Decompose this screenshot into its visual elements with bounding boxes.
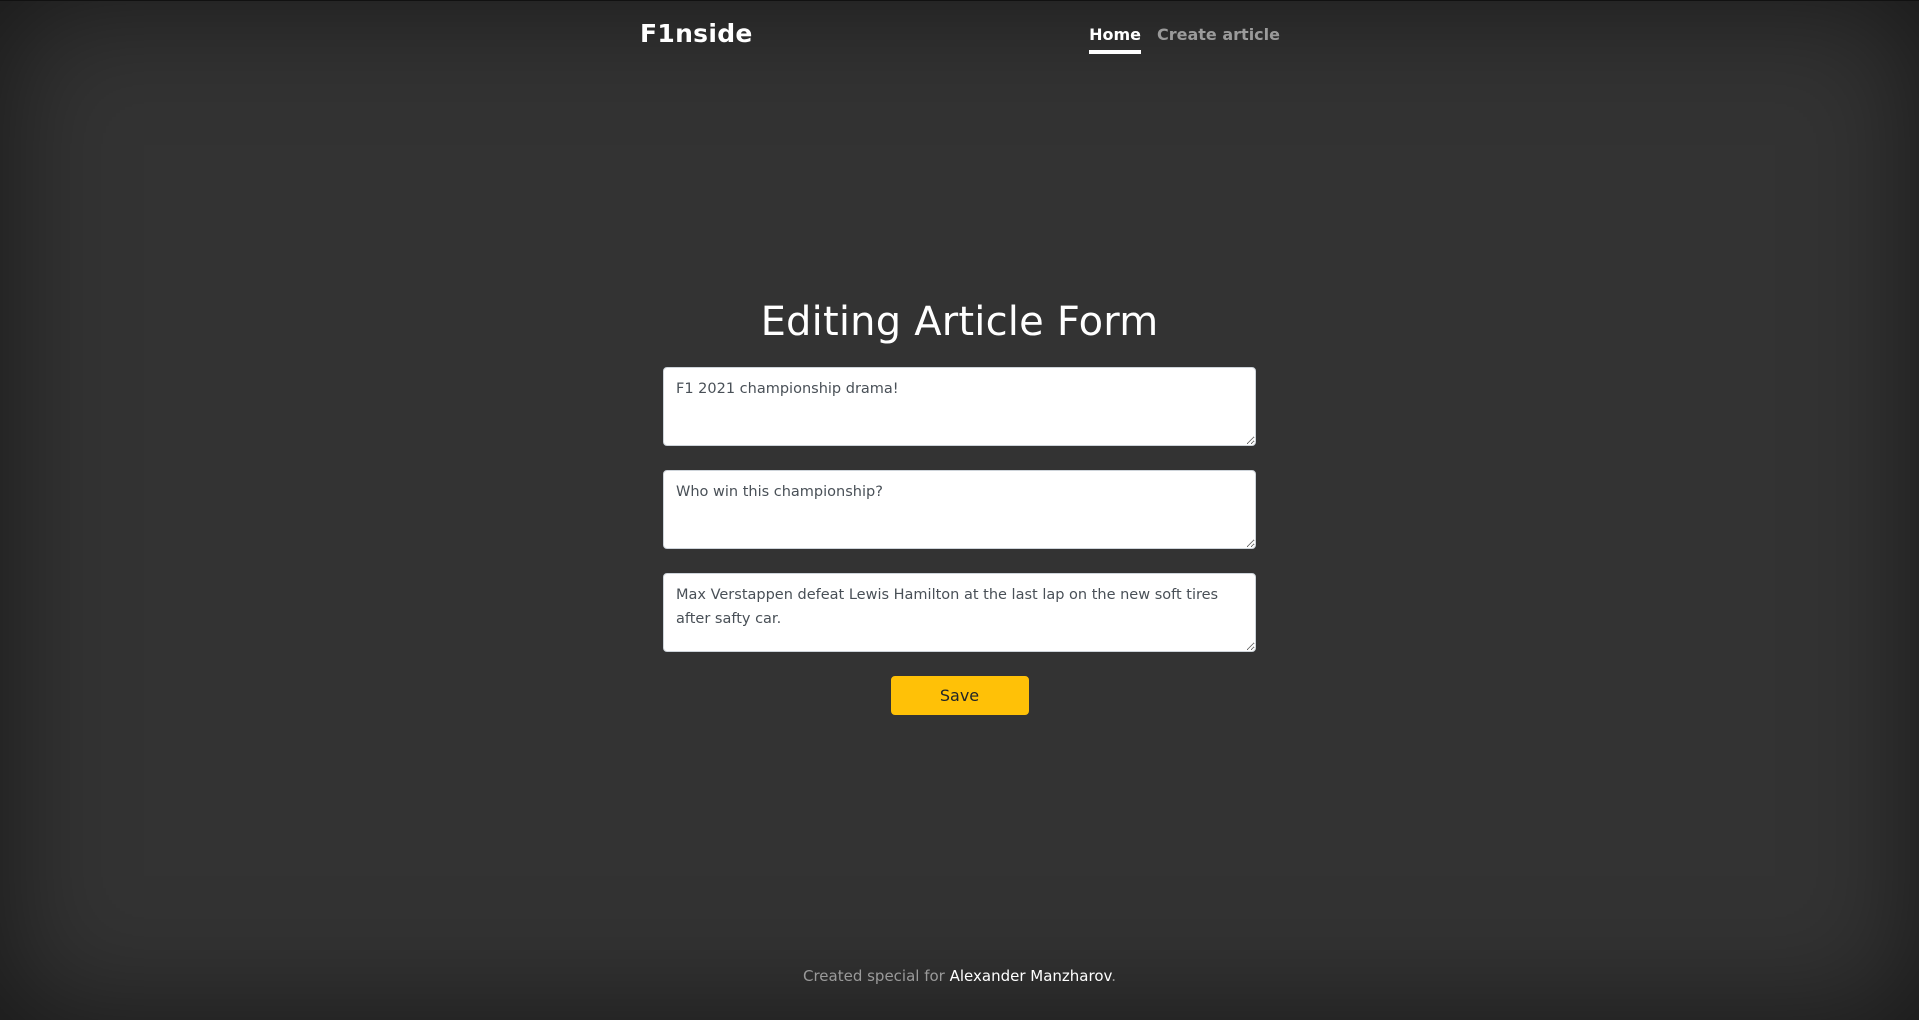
title-field[interactable]: F1 2021 championship drama! [663,367,1256,446]
brand-logo[interactable]: F1nside [640,19,753,48]
subtitle-field[interactable]: Who win this championship? [663,470,1256,549]
main-nav: Home Create article [1089,25,1280,54]
body-field[interactable]: Max Verstappen defeat Lewis Hamilton at … [663,573,1256,652]
footer-prefix: Created special for [802,967,950,985]
page-title: Editing Article Form [760,299,1159,345]
save-button[interactable]: Save [890,676,1029,715]
edit-form: Editing Article Form F1 2021 championshi… [0,291,1919,715]
footer-suffix: . [1111,967,1117,985]
author-link[interactable]: Alexander Manzharov [950,967,1112,985]
footer: Created special for Alexander Manzharov. [0,967,1919,985]
site-header: F1nside Home Create article [640,1,1280,71]
nav-create-article[interactable]: Create article [1157,25,1280,54]
nav-home[interactable]: Home [1089,25,1141,54]
